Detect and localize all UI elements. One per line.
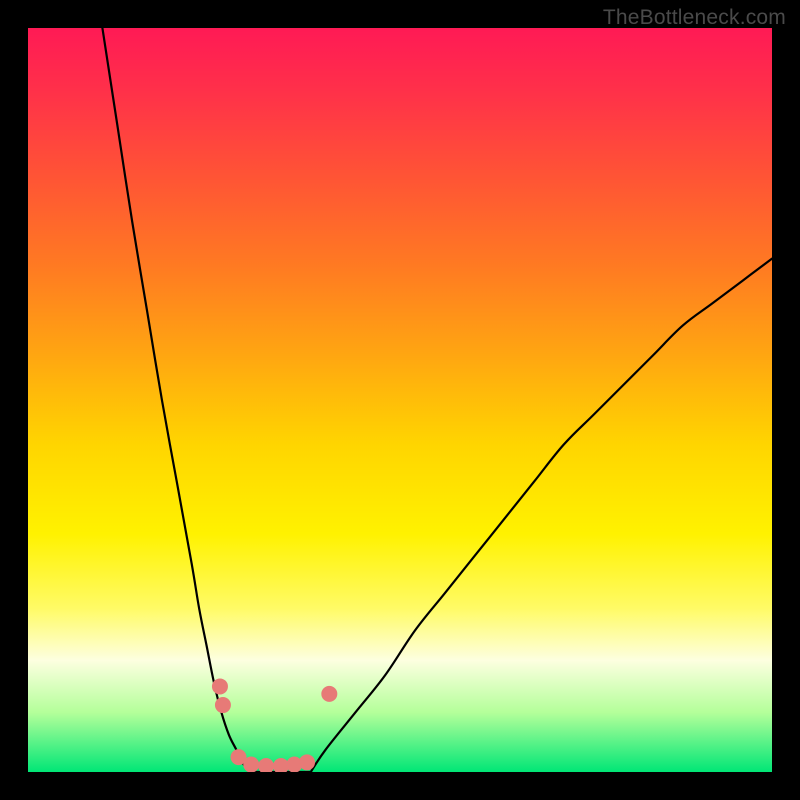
marker-dot bbox=[258, 758, 274, 772]
plot-area bbox=[28, 28, 772, 772]
marker-dot bbox=[215, 697, 231, 713]
watermark-text: TheBottleneck.com bbox=[603, 6, 786, 30]
marker-dot bbox=[243, 757, 259, 772]
marker-dot bbox=[212, 678, 228, 694]
marker-dot bbox=[321, 686, 337, 702]
marker-dot bbox=[299, 754, 315, 770]
chart-frame: TheBottleneck.com bbox=[0, 0, 800, 800]
bottleneck-curve bbox=[102, 28, 772, 772]
curve-layer bbox=[28, 28, 772, 772]
